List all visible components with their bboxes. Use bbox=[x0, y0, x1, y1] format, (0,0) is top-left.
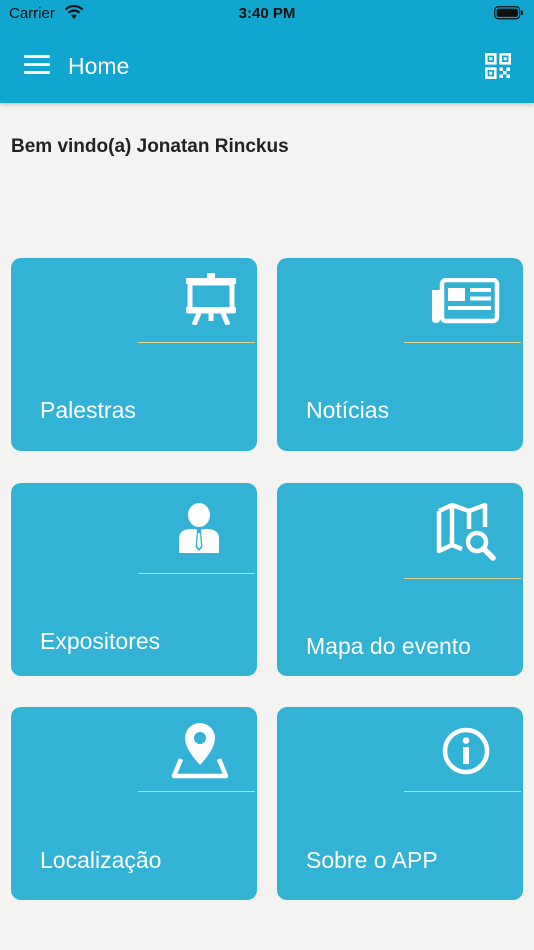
tile-label: Localização bbox=[40, 847, 162, 873]
tile-noticias[interactable]: Notícias bbox=[277, 258, 523, 451]
menu-button[interactable] bbox=[24, 55, 51, 77]
map-search-icon bbox=[436, 502, 496, 561]
status-time: 3:40 PM bbox=[238, 5, 296, 22]
status-bar: Carrier 3:40 PM bbox=[0, 0, 534, 28]
battery-icon bbox=[494, 6, 523, 20]
tile-label: Palestras bbox=[40, 397, 136, 423]
tile-label: Mapa do evento bbox=[306, 633, 471, 659]
tile-divider bbox=[138, 342, 255, 343]
newspaper-icon bbox=[432, 278, 500, 324]
page-title: Home bbox=[68, 53, 130, 79]
tile-expositores[interactable]: Expositores bbox=[11, 483, 257, 676]
tile-divider bbox=[404, 578, 521, 579]
tile-label: Notícias bbox=[306, 397, 390, 423]
tile-divider bbox=[404, 791, 521, 792]
tile-mapa-do-evento[interactable]: Mapa do evento bbox=[277, 483, 523, 676]
tile-divider bbox=[404, 342, 521, 343]
tile-label: Sobre o APP bbox=[306, 847, 438, 873]
app-header: Carrier 3:40 PM Home bbox=[0, 0, 534, 103]
tile-divider bbox=[138, 791, 255, 792]
qr-code-button[interactable] bbox=[485, 53, 511, 79]
welcome-message: Bem vindo(a) Jonatan Rinckus bbox=[11, 136, 289, 157]
tile-label: Expositores bbox=[40, 628, 161, 654]
tile-divider bbox=[138, 573, 255, 574]
tile-sobre-o-app[interactable]: Sobre o APP bbox=[277, 707, 523, 900]
tile-palestras[interactable]: Palestras bbox=[11, 258, 257, 451]
presentation-board-icon bbox=[186, 273, 236, 325]
info-icon bbox=[442, 727, 490, 775]
person-suit-icon bbox=[179, 503, 219, 553]
location-pin-icon bbox=[171, 723, 229, 779]
hamburger-menu-icon bbox=[24, 55, 50, 58]
tile-localizacao[interactable]: Localização bbox=[11, 707, 257, 900]
